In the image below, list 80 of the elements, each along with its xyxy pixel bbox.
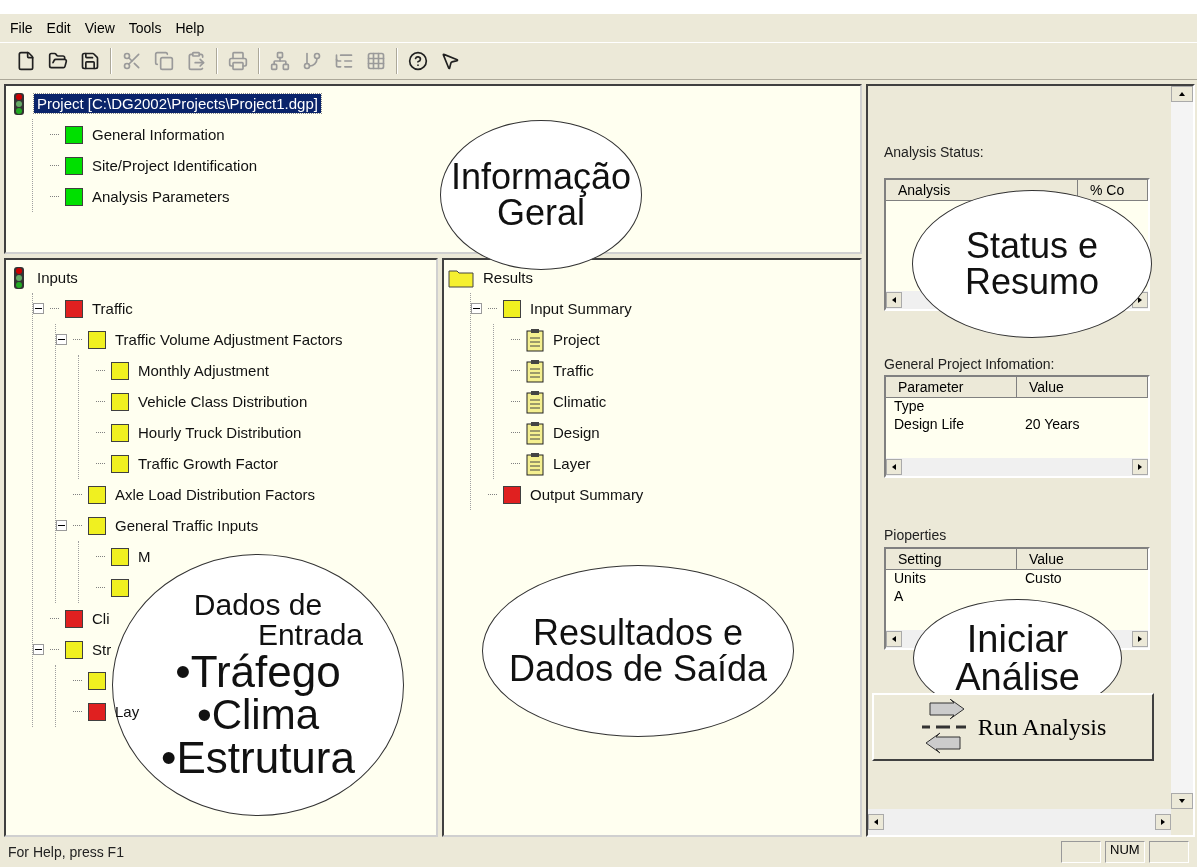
status-text: For Help, press F1 — [8, 844, 125, 860]
status-indicator — [1149, 841, 1189, 863]
tree-item[interactable]: Layer — [550, 454, 594, 473]
menu-item[interactable]: File — [10, 20, 33, 36]
tree-item[interactable]: Inputs — [34, 268, 81, 287]
collapse-toggle-icon[interactable] — [33, 644, 44, 655]
section-label: General Project Infomation: — [884, 356, 1056, 372]
list-cell-text: Design Life — [893, 416, 966, 434]
tree-item[interactable]: Project [C:\DG2002\Projects\Project1.dgp] — [34, 94, 321, 113]
left-arrow-icon[interactable] — [891, 464, 897, 470]
menu-item[interactable]: Tools — [128, 20, 162, 36]
tree-item[interactable]: Project — [550, 330, 603, 349]
clipboard-icon — [526, 358, 544, 383]
tree-item[interactable]: Climatic — [550, 392, 610, 411]
callout-text: Entrada — [257, 620, 364, 650]
tree-item[interactable]: Vehicle Class Distribution — [135, 392, 311, 411]
callout-text: •Estrutura — [161, 736, 355, 780]
callout-text: Status e — [965, 228, 1099, 264]
left-arrow-icon[interactable] — [873, 819, 879, 825]
callout-text: Informação — [450, 159, 632, 195]
tree-item[interactable]: Lay — [112, 702, 143, 721]
tree-item[interactable]: Traffic — [89, 299, 136, 318]
menu-item[interactable]: Help — [175, 20, 205, 36]
tree-item[interactable]: Monthly Adjustment — [135, 361, 272, 380]
left-arrow-icon[interactable] — [891, 636, 897, 642]
tree-item[interactable]: Results — [480, 268, 537, 287]
menu-item[interactable]: View — [84, 20, 115, 36]
list-cell-text: A — [893, 588, 905, 606]
callout-text: Análise — [955, 658, 1080, 696]
vertical-scrollbar[interactable] — [1171, 86, 1193, 809]
help-icon[interactable] — [406, 49, 430, 73]
folder-icon — [448, 267, 474, 288]
tree-item[interactable]: Hourly Truck Distribution — [135, 423, 305, 442]
clipboard-icon — [526, 327, 544, 352]
tree-item[interactable]: Traffic Volume Adjustment Factors — [112, 330, 346, 349]
section-label: Analysis Status: — [884, 144, 985, 160]
status-indicator — [1061, 841, 1101, 863]
tree-item[interactable]: General Traffic Inputs — [112, 516, 262, 535]
collapse-toggle-icon[interactable] — [471, 303, 482, 314]
menu-item[interactable]: Edit — [46, 20, 71, 36]
tree-item[interactable]: Axle Load Distribution Factors — [112, 485, 319, 504]
clipboard-icon — [526, 389, 544, 414]
tree-item[interactable]: Output Summary — [527, 485, 647, 504]
right-arrow-icon[interactable] — [1160, 819, 1166, 825]
clipboard-icon — [526, 420, 544, 445]
left-arrow-icon[interactable] — [891, 297, 897, 303]
callout-text: Resultados e — [532, 615, 744, 651]
tree-item[interactable]: Analysis Parameters — [89, 187, 233, 206]
down-arrow-icon[interactable] — [1179, 798, 1185, 804]
callout-text: Resumo — [964, 264, 1100, 300]
tree-item[interactable]: Input Summary — [527, 299, 635, 318]
collapse-toggle-icon[interactable] — [56, 334, 67, 345]
tree-item[interactable]: Design — [550, 423, 603, 442]
section-label: Pioperties — [884, 527, 948, 543]
list-cell-text: Type — [893, 398, 926, 416]
tree-item[interactable]: Traffic Growth Factor — [135, 454, 282, 473]
callout-text: Dados de Saída — [508, 651, 768, 687]
tree-item[interactable]: Str — [89, 640, 115, 659]
up-arrow-icon[interactable] — [1179, 91, 1185, 97]
horizontal-scrollbar[interactable] — [886, 458, 1148, 476]
tree-item[interactable]: General Information — [89, 125, 228, 144]
collapse-toggle-icon[interactable] — [33, 303, 44, 314]
status-indicator: NUM — [1105, 841, 1145, 863]
list-cell-text: 20 Years — [1024, 416, 1081, 434]
callout-text: •Tráfego — [175, 650, 341, 694]
callout-text: Dados de — [193, 590, 323, 620]
run-analysis-button[interactable]: Run Analysis — [872, 693, 1154, 761]
tree-item[interactable]: M — [135, 547, 154, 566]
list-view[interactable]: Parameter Value Type Design Life 20 Years — [884, 375, 1150, 478]
right-arrow-icon[interactable] — [1137, 297, 1143, 303]
collapse-toggle-icon[interactable] — [56, 520, 67, 531]
right-arrow-icon[interactable] — [1137, 636, 1143, 642]
clipboard-icon — [526, 451, 544, 476]
horizontal-scrollbar[interactable] — [868, 809, 1171, 835]
tree-item[interactable]: Site/Project Identification — [89, 156, 261, 175]
right-arrow-icon[interactable] — [1137, 464, 1143, 470]
list-cell-text: Units — [893, 570, 927, 588]
tree-item[interactable]: Cli — [89, 609, 113, 628]
list-cell-text: Custo — [1024, 570, 1063, 588]
tree-item[interactable]: Traffic — [550, 361, 597, 380]
